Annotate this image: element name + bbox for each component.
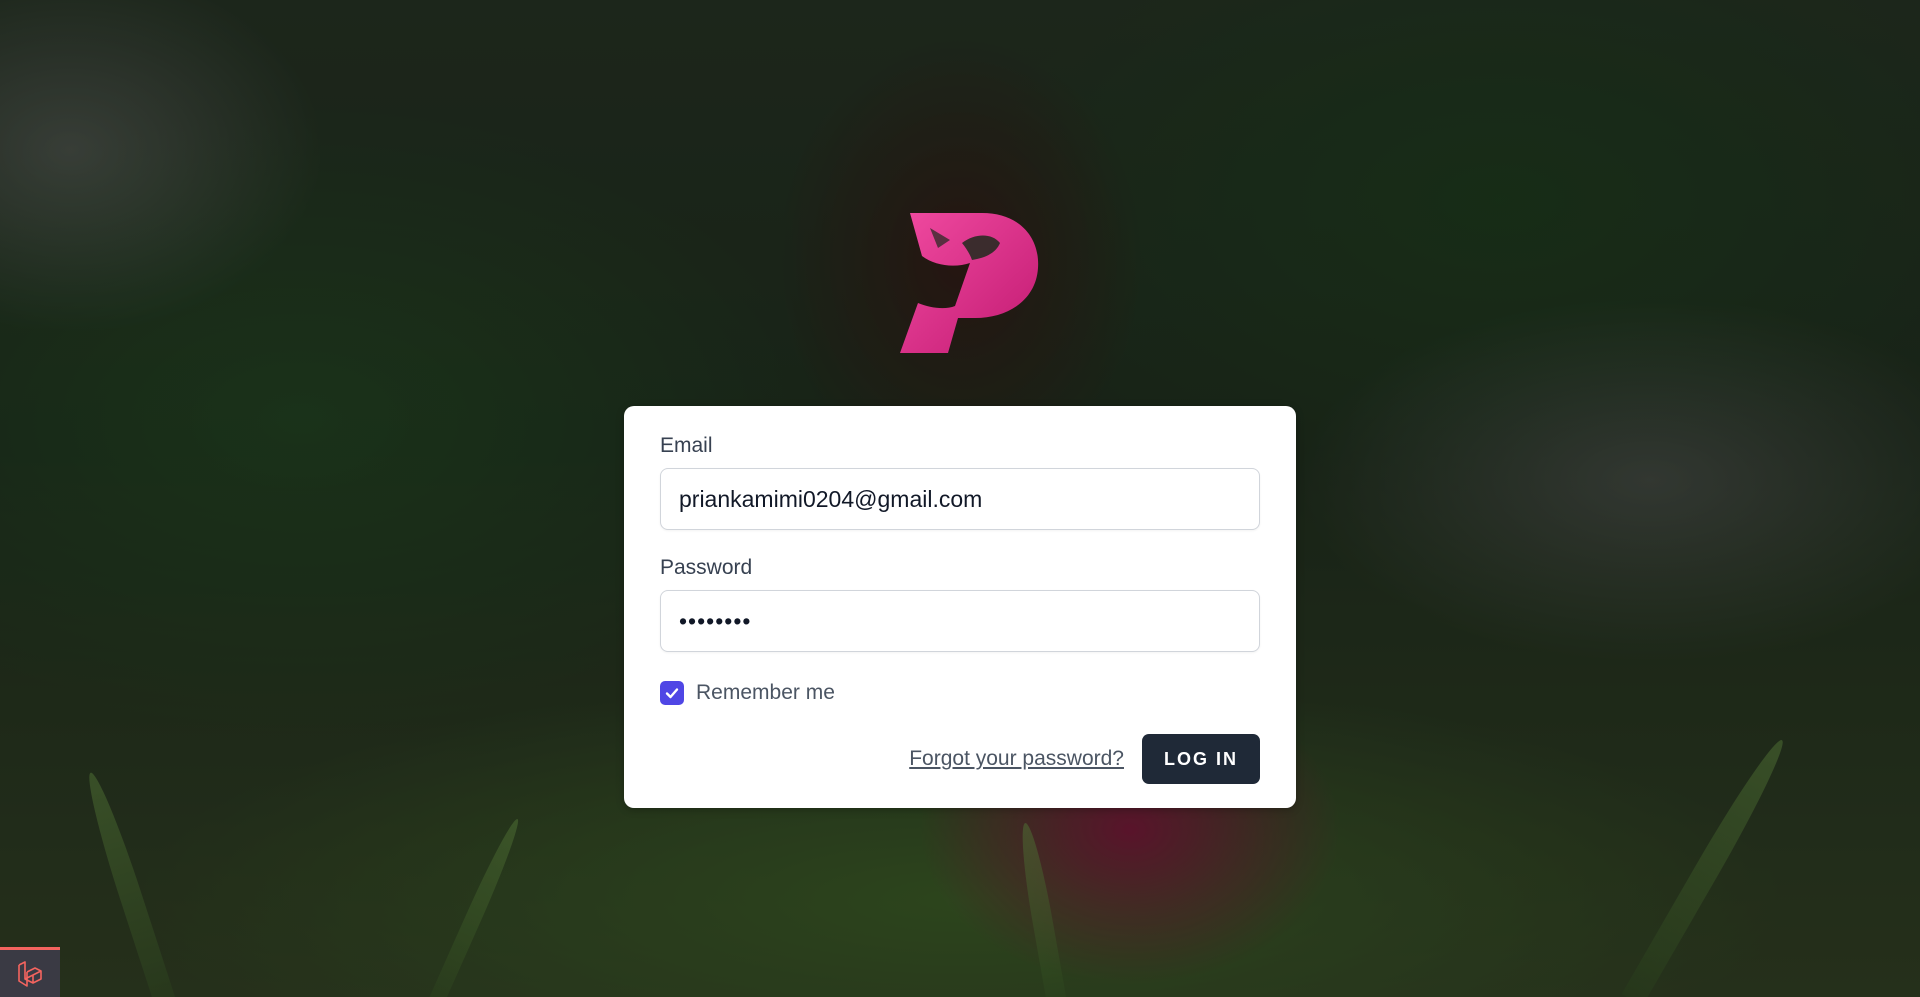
remember-me-checkbox[interactable] bbox=[660, 681, 684, 705]
remember-me-label: Remember me bbox=[696, 681, 835, 704]
dragon-p-logo-icon bbox=[900, 213, 1039, 353]
login-button[interactable]: LOG IN bbox=[1142, 734, 1260, 784]
laravel-icon bbox=[18, 960, 42, 987]
forgot-password-link[interactable]: Forgot your password? bbox=[909, 747, 1124, 771]
remember-me-row: Remember me bbox=[660, 678, 1260, 708]
form-actions: Forgot your password? LOG IN bbox=[909, 734, 1260, 784]
email-field-group: Email bbox=[660, 434, 1260, 530]
password-field-group: Password bbox=[660, 556, 1260, 652]
email-label: Email bbox=[660, 434, 713, 457]
debugbar-toggle[interactable] bbox=[0, 947, 60, 997]
login-card: Email Password Remember me Forgot your p… bbox=[624, 406, 1296, 808]
password-label: Password bbox=[660, 556, 753, 579]
checkmark-icon bbox=[665, 688, 679, 699]
email-input[interactable] bbox=[660, 468, 1260, 530]
password-input[interactable] bbox=[660, 590, 1260, 652]
